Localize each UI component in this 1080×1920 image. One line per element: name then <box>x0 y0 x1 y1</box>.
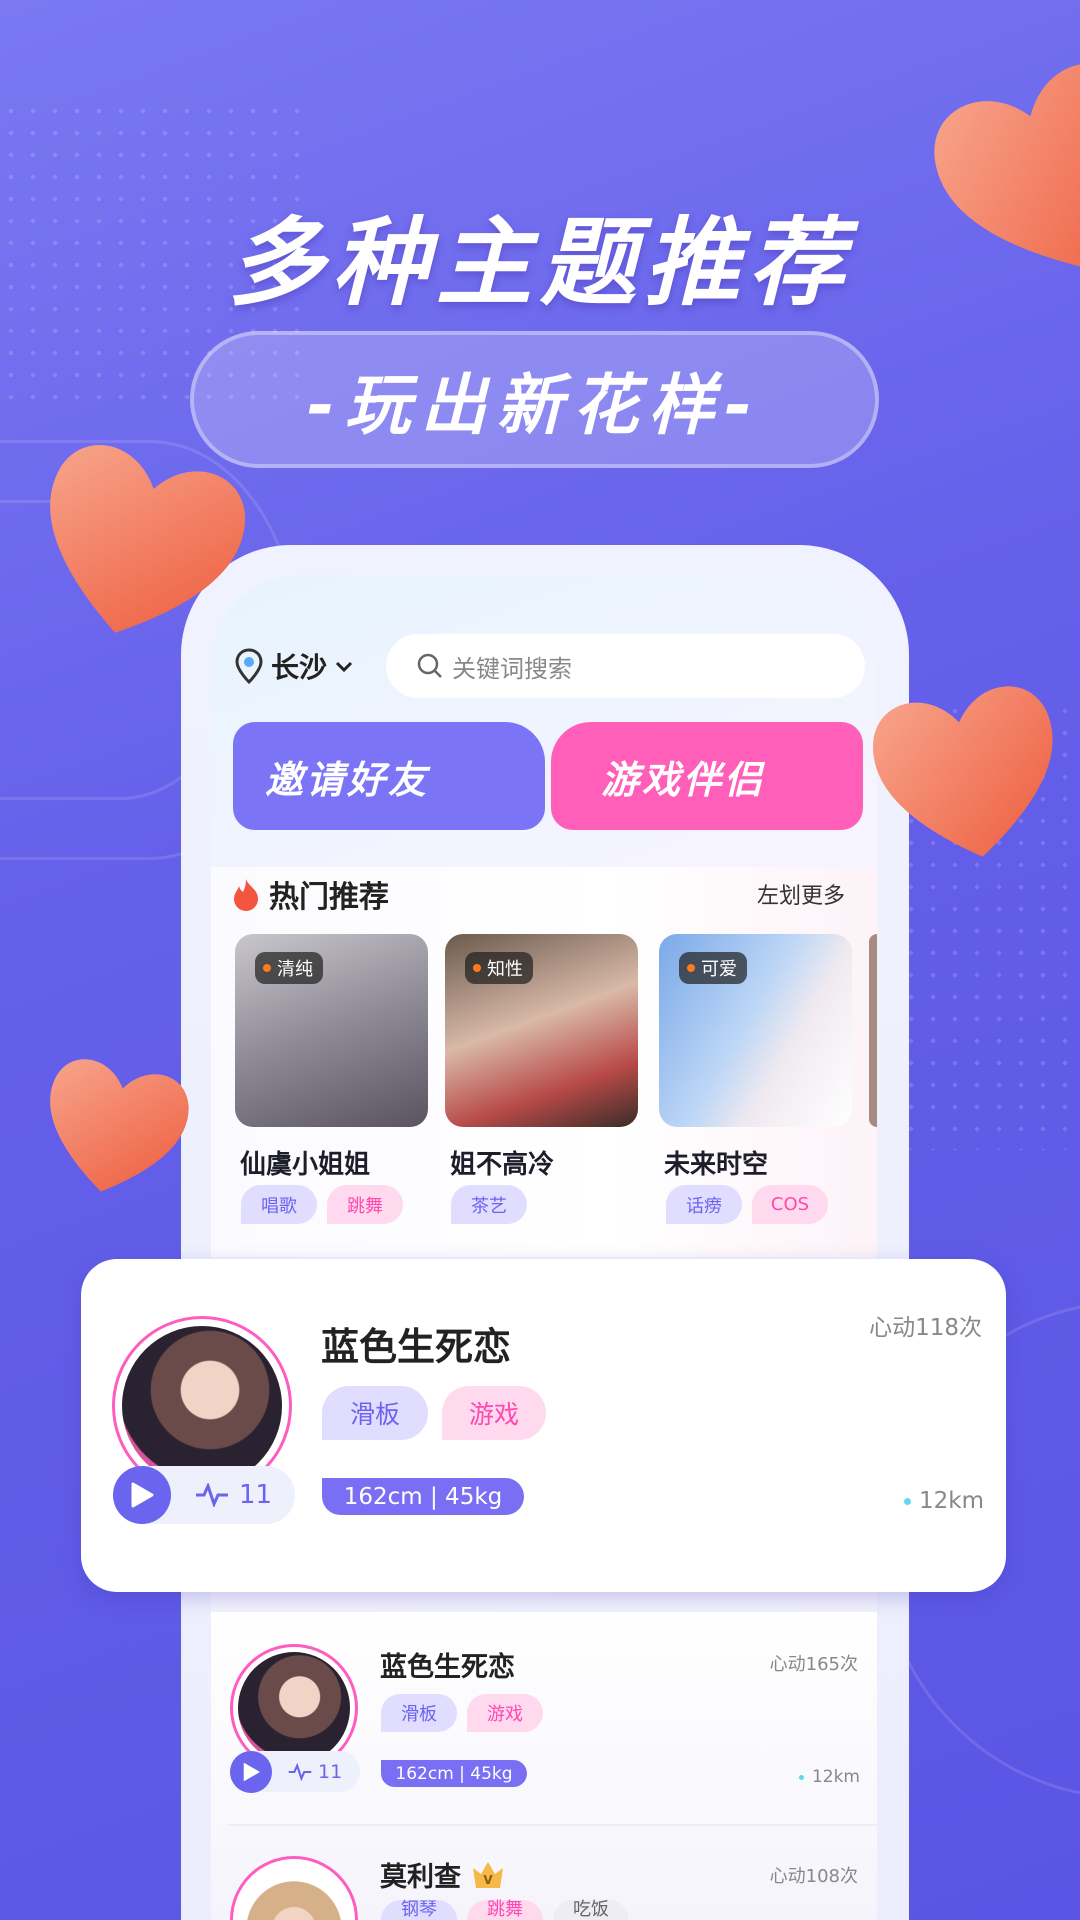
interest-tag: 游戏 <box>467 1694 543 1732</box>
interest-tag: 吃饭 <box>553 1900 629 1920</box>
search-placeholder: 关键词搜索 <box>452 654 572 683</box>
distance: 12km <box>798 1767 860 1787</box>
height-weight: 162cm | 45kg <box>381 1760 527 1787</box>
card-badge: 清纯 <box>255 952 323 984</box>
heart-decor <box>934 63 1080 268</box>
search-input[interactable]: 关键词搜索 <box>386 634 865 698</box>
play-icon <box>113 1466 171 1524</box>
play-icon <box>230 1750 272 1793</box>
waveform-icon <box>288 1762 312 1781</box>
waveform-icon <box>196 1483 228 1507</box>
height-weight: 162cm | 45kg <box>322 1478 524 1515</box>
vip-crown-icon: V <box>473 1861 503 1888</box>
hot-section-title: 热门推荐 <box>231 872 389 916</box>
voice-intro-button[interactable]: 11 <box>113 1466 295 1524</box>
divider <box>228 1824 877 1826</box>
heart-decor <box>873 686 1053 857</box>
likes-count: 心动108次 <box>769 1866 858 1887</box>
card-name: 仙虞小姐姐 <box>240 1150 371 1180</box>
hot-card[interactable]: 知性 <box>445 934 638 1127</box>
interest-tag: 跳舞 <box>327 1185 403 1224</box>
interest-tag: 话痨 <box>666 1185 742 1224</box>
card-name: 姐不高冷 <box>450 1150 555 1180</box>
distance: 12km <box>904 1488 984 1514</box>
card-badge: 知性 <box>465 952 533 984</box>
heart-decor <box>50 1059 189 1192</box>
svg-text:V: V <box>483 1873 493 1887</box>
interest-tag: COS <box>752 1185 828 1224</box>
likes-count: 心动165次 <box>769 1654 858 1675</box>
card-badge: 可爱 <box>679 952 747 984</box>
profile-name: 蓝色生死恋 <box>321 1325 512 1369</box>
city-label: 长沙 <box>271 651 328 684</box>
card-name: 未来时空 <box>664 1150 769 1180</box>
hot-card[interactable]: 可爱 <box>659 934 852 1127</box>
swipe-more-link[interactable]: 左划更多 <box>757 878 845 910</box>
subline-pill: -玩出新花样- <box>190 331 879 468</box>
interest-tag: 唱歌 <box>241 1185 317 1224</box>
headline: 多种主题推荐 <box>228 207 852 319</box>
search-icon <box>417 653 442 678</box>
interest-tag: 游戏 <box>442 1386 546 1440</box>
profile-name: 蓝色生死恋 <box>380 1652 515 1683</box>
likes-count: 心动118次 <box>869 1315 982 1341</box>
interest-tag: 钢琴 <box>381 1900 457 1920</box>
invite-friends-button[interactable]: 邀请好友 <box>233 722 545 830</box>
interest-tag: 跳舞 <box>467 1900 543 1920</box>
game-partner-button[interactable]: 游戏伴侣 <box>551 722 863 830</box>
interest-tag: 滑板 <box>322 1386 428 1440</box>
voice-intro-button[interactable]: 11 <box>230 1750 360 1793</box>
hot-card[interactable]: 清纯 <box>235 934 428 1127</box>
interest-tag: 滑板 <box>381 1694 457 1732</box>
chevron-down-icon <box>335 661 353 673</box>
interest-tag: 茶艺 <box>451 1185 527 1224</box>
flame-icon <box>234 879 258 911</box>
profile-name: 莫利查 V <box>380 1855 505 1894</box>
heart-decor <box>50 445 246 633</box>
hot-card-partial[interactable] <box>869 934 877 1127</box>
